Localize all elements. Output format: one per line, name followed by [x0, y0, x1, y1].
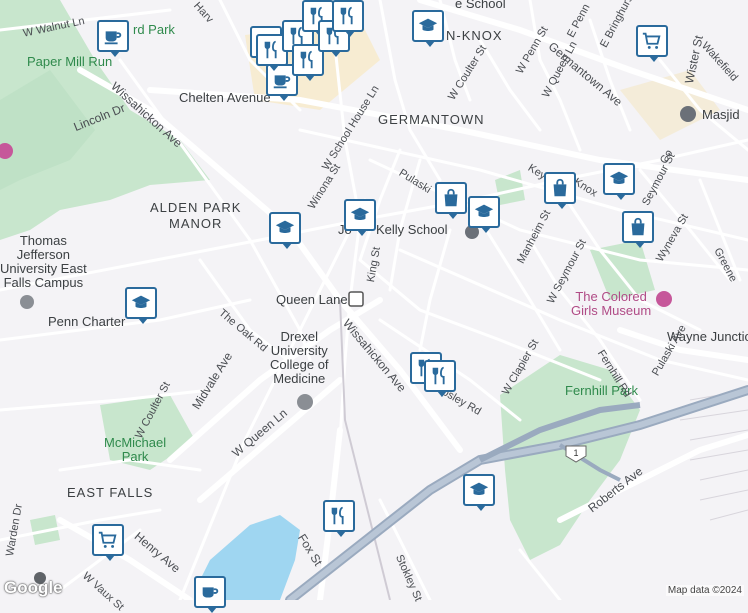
school-marker[interactable] [344, 199, 376, 236]
park-paper-mill-run[interactable]: Paper Mill Run [27, 55, 112, 69]
place-penn-charter[interactable]: Penn Charter [48, 315, 125, 329]
school-icon [350, 207, 370, 221]
restaurant-marker[interactable] [332, 0, 364, 37]
grocery-cart-icon [642, 32, 661, 49]
place-kelly-school[interactable]: Kelly School [376, 223, 448, 237]
place-school-top[interactable]: e School [455, 0, 506, 11]
drexel-poi-icon[interactable] [297, 394, 313, 410]
grocery-cart-icon [98, 531, 117, 548]
school-icon [131, 295, 151, 309]
park-bird[interactable]: rd Park [133, 23, 175, 37]
queen-lane-station-icon[interactable] [348, 291, 364, 307]
school-marker[interactable] [603, 163, 635, 200]
penn-charter-poi-icon[interactable] [20, 295, 34, 309]
grocery-marker[interactable] [636, 25, 668, 62]
restaurant-icon [264, 40, 277, 59]
school-icon [275, 220, 295, 234]
svg-text:1: 1 [573, 448, 578, 458]
place-colored-girls-museum[interactable]: The Colored Girls Museum [571, 290, 651, 318]
restaurant-marker[interactable] [424, 360, 456, 397]
restaurant-icon [340, 6, 353, 25]
google-logo: Google [4, 578, 63, 597]
shopping-bag-icon [631, 217, 645, 236]
school-marker[interactable] [269, 212, 301, 249]
cafe-icon [273, 75, 291, 89]
school-marker[interactable] [468, 196, 500, 233]
cafe-marker[interactable] [97, 20, 129, 57]
shopping-marker[interactable] [435, 182, 467, 219]
place-drexel[interactable]: Drexel University College of Medicine [270, 330, 329, 386]
cafe-marker[interactable] [194, 576, 226, 613]
colored-girls-museum-icon[interactable] [656, 291, 672, 307]
shopping-marker[interactable] [544, 172, 576, 209]
school-icon [469, 482, 489, 496]
school-marker[interactable] [412, 10, 444, 47]
restaurant-icon [331, 506, 344, 525]
place-thomas-jefferson[interactable]: Thomas Jefferson University East Falls C… [0, 234, 87, 290]
grocery-marker[interactable] [92, 524, 124, 561]
park-mcmichael[interactable]: McMichael Park [104, 436, 166, 464]
neighborhood-knox: N-KNOX [446, 28, 503, 43]
restaurant-icon [300, 50, 313, 69]
restaurant-marker[interactable] [323, 500, 355, 537]
school-icon [609, 171, 629, 185]
neighborhood-alden-park: ALDEN PARK MANOR [150, 200, 242, 231]
masjid-icon[interactable] [680, 106, 696, 122]
neighborhood-east-falls: EAST FALLS [67, 485, 154, 500]
school-marker[interactable] [125, 287, 157, 324]
place-chelten-avenue[interactable]: Chelten Avenue [179, 91, 271, 105]
shopping-marker[interactable] [622, 211, 654, 248]
map-attribution[interactable]: Map data ©2024 [665, 585, 744, 596]
shopping-bag-icon [444, 188, 458, 207]
school-icon [418, 18, 438, 32]
school-icon [474, 204, 494, 218]
shopping-bag-icon [553, 178, 567, 197]
place-queen-lane[interactable]: Queen Lane [276, 293, 348, 307]
place-masjid[interactable]: Masjid [702, 108, 740, 122]
cafe-icon [104, 31, 122, 45]
neighborhood-germantown: GERMANTOWN [378, 112, 485, 127]
restaurant-icon [432, 366, 445, 385]
school-marker[interactable] [463, 474, 495, 511]
